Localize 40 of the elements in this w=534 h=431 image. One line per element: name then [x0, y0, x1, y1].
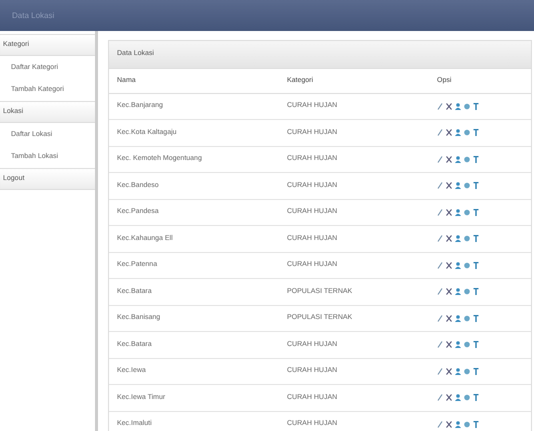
pencil-icon[interactable]	[437, 262, 443, 269]
close-icon[interactable]	[446, 182, 452, 190]
user-icon[interactable]	[455, 208, 461, 216]
pencil-icon[interactable]	[437, 288, 443, 296]
user-icon[interactable]	[455, 102, 461, 110]
pencil-icon[interactable]	[437, 394, 443, 402]
user-icon[interactable]	[455, 156, 461, 163]
close-icon[interactable]	[446, 208, 452, 216]
close-icon[interactable]	[446, 235, 452, 242]
close-icon[interactable]	[446, 314, 452, 322]
user-icon[interactable]	[455, 288, 461, 296]
pencil-icon[interactable]	[437, 235, 443, 242]
close-icon[interactable]	[446, 262, 452, 269]
pencil-icon[interactable]	[437, 182, 443, 190]
pencil-icon[interactable]	[437, 314, 443, 322]
close-icon[interactable]	[446, 288, 452, 296]
user-icon[interactable]	[455, 368, 461, 375]
header-title: Data Lokasi	[12, 10, 54, 22]
close-icon[interactable]	[446, 420, 452, 428]
pencil-icon[interactable]	[437, 156, 443, 163]
user-icon[interactable]	[455, 235, 461, 242]
close-icon[interactable]	[446, 102, 452, 110]
pencil-icon[interactable]	[437, 208, 443, 216]
user-icon[interactable]	[455, 262, 461, 269]
close-icon[interactable]	[446, 394, 452, 402]
user-icon[interactable]	[455, 420, 461, 428]
pencil-icon[interactable]	[437, 102, 443, 110]
user-icon[interactable]	[455, 182, 461, 190]
pencil-icon[interactable]	[437, 129, 443, 136]
pencil-icon[interactable]	[437, 368, 443, 375]
close-icon[interactable]	[446, 129, 452, 136]
user-icon[interactable]	[455, 314, 461, 322]
pencil-icon[interactable]	[437, 341, 443, 348]
close-icon[interactable]	[446, 368, 452, 375]
user-icon[interactable]	[455, 394, 461, 402]
user-icon[interactable]	[455, 341, 461, 348]
pencil-icon[interactable]	[437, 420, 443, 428]
user-icon[interactable]	[455, 129, 461, 136]
close-icon[interactable]	[446, 341, 452, 348]
close-icon[interactable]	[446, 156, 452, 163]
